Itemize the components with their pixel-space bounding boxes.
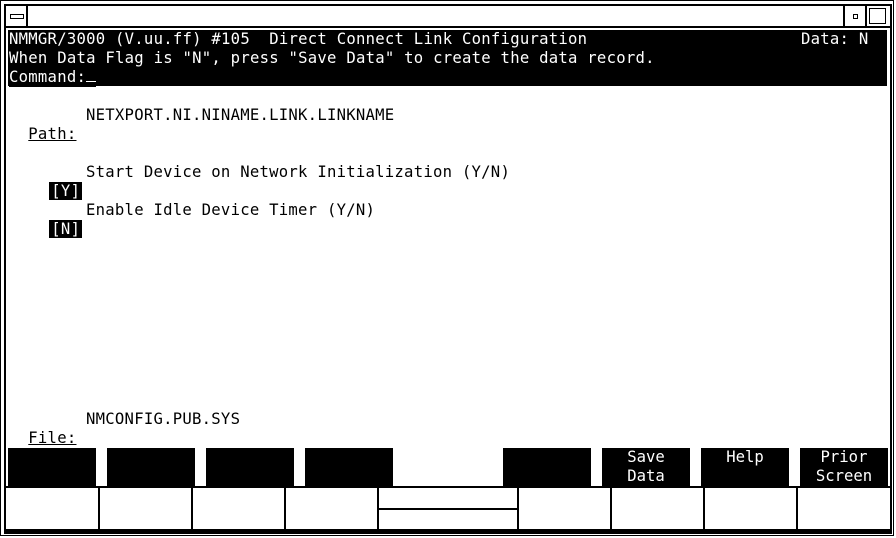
data-flag: Data: N [801,30,869,49]
field-start-device-value[interactable]: [Y] [49,182,83,200]
field-idle-timer-label: Enable Idle Device Timer (Y/N) [86,201,376,219]
keypad-cell-7[interactable] [612,488,705,529]
command-label: Command: [9,68,87,86]
keypad-cell-6[interactable] [519,488,612,529]
keypad-cell-5-divider [378,508,518,510]
function-key-f5[interactable] [503,448,591,486]
function-key-f2[interactable] [107,448,195,486]
system-menu-icon [10,14,24,19]
keypad-cell-8[interactable] [705,488,798,529]
field-start-device[interactable]: [Y] [30,163,83,201]
path-row: Path: [9,106,76,144]
field-idle-timer-value[interactable]: [N] [49,220,83,238]
help-key[interactable]: Help [701,448,789,486]
file-label: File: [28,429,77,447]
command-input[interactable] [86,81,97,82]
save-data-key[interactable]: Save Data [602,448,690,486]
path-label: Path: [28,125,77,143]
function-key-f1[interactable] [8,448,96,486]
screen-title: NMMGR/3000 (V.uu.ff) #105 Direct Connect… [9,30,588,49]
command-line: Command: [9,68,97,87]
keypad-cell-9[interactable] [798,488,890,529]
instruction-text: When Data Flag is "N", press "Save Data"… [9,49,655,68]
data-flag-label: Data: [801,30,850,48]
keypad-cell-3[interactable] [193,488,286,529]
keypad-cell-2[interactable] [100,488,193,529]
path-value: NETXPORT.NI.NINAME.LINK.LINKNAME [86,106,395,124]
prior-screen-key[interactable]: Prior Screen [800,448,888,486]
file-row: File: [9,410,76,448]
function-key-f4[interactable] [305,448,393,486]
maximize-button[interactable] [869,8,886,24]
field-start-device-label: Start Device on Network Initialization (… [86,163,511,181]
title-bar[interactable] [6,6,890,28]
data-flag-value: N [858,30,869,48]
keypad-cell-4[interactable] [286,488,379,529]
field-idle-timer[interactable]: [N] [30,201,83,239]
file-value: NMCONFIG.PUB.SYS [86,410,241,428]
keypad-cell-1[interactable] [6,488,100,529]
function-key-f3[interactable] [206,448,294,486]
minimize-icon [853,14,858,19]
